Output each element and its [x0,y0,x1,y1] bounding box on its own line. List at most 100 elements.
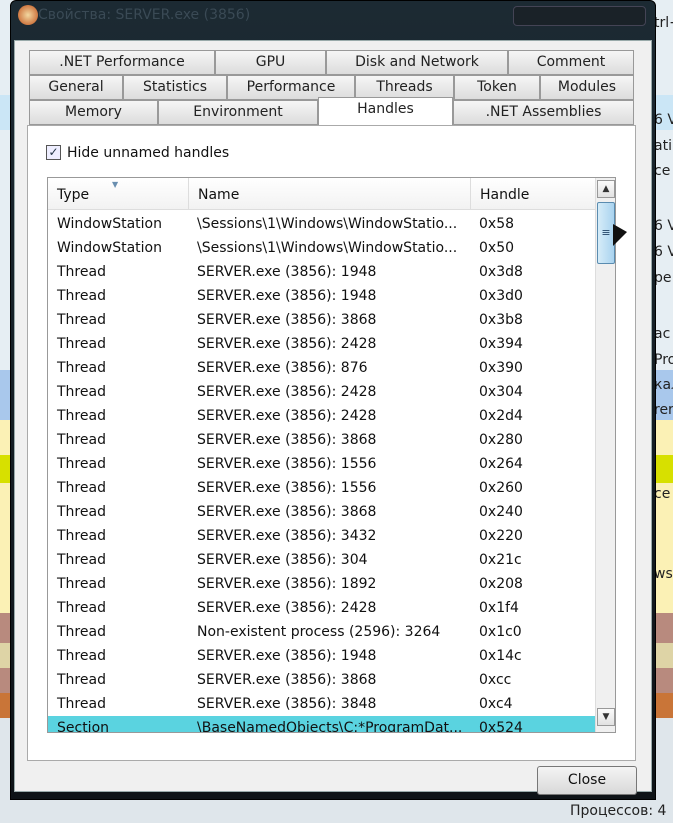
table-row[interactable]: Thread SERVER.exe (3856): 304 0x21c [48,548,595,572]
sort-arrow-icon: ▼ [112,180,119,189]
tab-disk-and-network[interactable]: Disk and Network [326,50,508,75]
cell-type: Thread [57,648,106,664]
cell-name: SERVER.exe (3856): 1556 [197,480,377,496]
table-row[interactable]: Thread SERVER.exe (3856): 1556 0x264 [48,452,595,476]
cell-handle: 0xc4 [479,696,513,712]
table-row[interactable]: Thread SERVER.exe (3856): 1556 0x260 [48,476,595,500]
hide-unnamed-label[interactable]: Hide unnamed handles [67,145,229,161]
cell-type: Thread [57,600,106,616]
cell-name: SERVER.exe (3856): 1892 [197,576,377,592]
cell-name: SERVER.exe (3856): 2428 [197,600,377,616]
cell-type: Thread [57,312,106,328]
table-row[interactable]: Thread SERVER.exe (3856): 2428 0x394 [48,332,595,356]
bg-text: кал [654,377,673,393]
cell-handle: 0x220 [479,528,523,544]
cell-name: SERVER.exe (3856): 304 [197,552,368,568]
tab-gpu[interactable]: GPU [215,50,326,75]
tab-modules[interactable]: Modules [540,75,634,100]
cell-name: SERVER.exe (3856): 2428 [197,336,377,352]
tab-memory[interactable]: Memory [29,100,158,125]
tab-statistics[interactable]: Statistics [123,75,227,100]
cell-name: SERVER.exe (3856): 1948 [197,648,377,664]
cell-name: SERVER.exe (3856): 3432 [197,528,377,544]
table-row[interactable]: WindowStation \Sessions\1\Windows\WindowS… [48,212,595,236]
cell-name: SERVER.exe (3856): 2428 [197,408,377,424]
cell-type: Section [57,720,110,733]
cell-handle: 0x58 [479,216,515,232]
table-row[interactable]: Thread SERVER.exe (3856): 3848 0xc4 [48,692,595,716]
cell-type: Thread [57,432,106,448]
cell-type: Thread [57,408,106,424]
cell-type: WindowStation [57,216,162,232]
tab-net-assemblies[interactable]: .NET Assemblies [453,100,634,125]
cell-handle: 0x390 [479,360,523,376]
cell-name: SERVER.exe (3856): 1948 [197,288,377,304]
cell-type: Thread [57,576,106,592]
handles-list[interactable]: Type ▼ Name Handle WindowStation \Sessions… [47,177,616,733]
cell-name: Non-existent process (2596): 3264 [197,624,441,640]
bg-text: 6 V [654,218,673,234]
app-icon [18,5,38,25]
table-row[interactable]: Section \BaseNamedObjects\C:*ProgramDat..… [48,716,595,733]
cell-name: SERVER.exe (3856): 3868 [197,672,377,688]
cell-type: Thread [57,480,106,496]
tab-token[interactable]: Token [454,75,540,100]
tab-comment[interactable]: Comment [508,50,634,75]
table-row[interactable]: Thread SERVER.exe (3856): 3868 0xcc [48,668,595,692]
table-row[interactable]: Thread SERVER.exe (3856): 2428 0x304 [48,380,595,404]
list-header: Type ▼ Name Handle [48,178,595,210]
table-row[interactable]: Thread SERVER.exe (3856): 2428 0x2d4 [48,404,595,428]
table-row[interactable]: Thread SERVER.exe (3856): 2428 0x1f4 [48,596,595,620]
table-row[interactable]: WindowStation \Sessions\1\Windows\WindowS… [48,236,595,260]
bg-text: ws [654,566,673,582]
table-row[interactable]: Thread SERVER.exe (3856): 876 0x390 [48,356,595,380]
table-row[interactable]: Thread SERVER.exe (3856): 3868 0x240 [48,500,595,524]
cell-handle: 0xcc [479,672,512,688]
vertical-scrollbar[interactable]: ▲ ≡ ▼ [595,178,615,732]
bg-text: 6 V [654,244,673,260]
table-row[interactable]: Thread SERVER.exe (3856): 1948 0x14c [48,644,595,668]
cell-type: Thread [57,264,106,280]
table-row[interactable]: Thread Non-existent process (2596): 3264 0… [48,620,595,644]
tab-environment[interactable]: Environment [158,100,318,125]
column-header-type[interactable]: Type ▼ [48,178,189,210]
bg-text: ce [654,486,671,502]
bg-text: pe [654,270,672,286]
cell-handle: 0x3d8 [479,264,523,280]
cell-name: \Sessions\1\Windows\WindowStatio... [197,240,458,256]
cell-handle: 0x14c [479,648,522,664]
column-header-handle[interactable]: Handle [471,178,595,210]
window-controls[interactable] [513,6,646,26]
cell-type: Thread [57,360,106,376]
table-row[interactable]: Thread SERVER.exe (3856): 1948 0x3d0 [48,284,595,308]
cell-name: SERVER.exe (3856): 3868 [197,312,377,328]
cell-type: Thread [57,504,106,520]
table-row[interactable]: Thread SERVER.exe (3856): 3868 0x280 [48,428,595,452]
cell-name: SERVER.exe (3856): 1556 [197,456,377,472]
cell-handle: 0x3b8 [479,312,523,328]
table-row[interactable]: Thread SERVER.exe (3856): 1892 0x208 [48,572,595,596]
cell-handle: 0x524 [479,720,523,733]
bg-text: rer [654,402,673,418]
cell-type: Thread [57,672,106,688]
scroll-up-button[interactable]: ▲ [597,180,615,198]
table-row[interactable]: Thread SERVER.exe (3856): 3868 0x3b8 [48,308,595,332]
close-button[interactable]: Close [537,766,637,795]
cell-handle: 0x2d4 [479,408,523,424]
scroll-down-button[interactable]: ▼ [597,708,615,726]
cell-handle: 0x304 [479,384,523,400]
cell-handle: 0x1c0 [479,624,522,640]
cell-handle: 0x21c [479,552,522,568]
window-title: Свойства: SERVER.exe (3856) [38,7,251,23]
cell-name: SERVER.exe (3856): 2428 [197,384,377,400]
hide-unnamed-checkbox[interactable]: ✓ [46,145,61,160]
tab-handles[interactable]: Handles [318,97,453,125]
tab-general[interactable]: General [29,75,123,100]
table-row[interactable]: Thread SERVER.exe (3856): 1948 0x3d8 [48,260,595,284]
cell-name: SERVER.exe (3856): 3868 [197,504,377,520]
column-header-name[interactable]: Name [189,178,471,210]
bg-text: ac [654,326,671,342]
table-row[interactable]: Thread SERVER.exe (3856): 3432 0x220 [48,524,595,548]
cell-handle: 0x240 [479,504,523,520]
tab-net-performance[interactable]: .NET Performance [29,50,215,75]
